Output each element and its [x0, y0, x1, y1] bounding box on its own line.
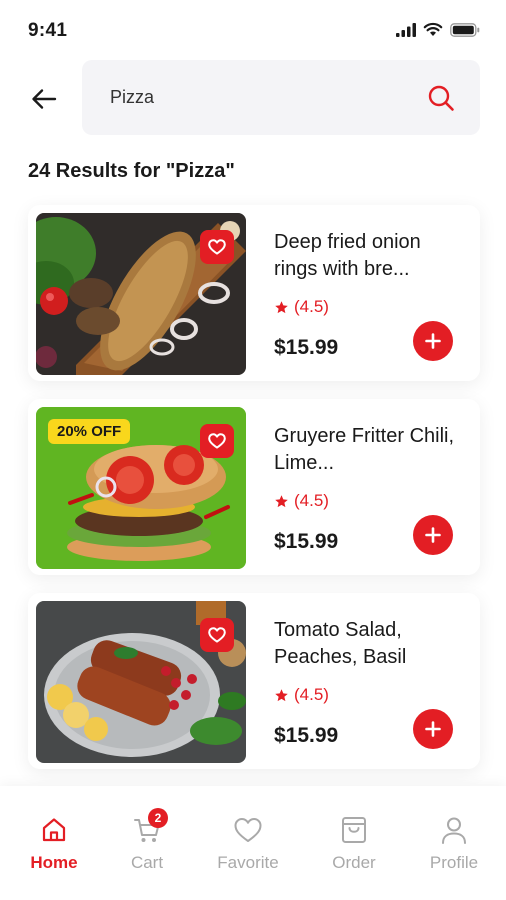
product-title: Tomato Salad, Peaches, Basil	[274, 619, 407, 668]
user-icon	[438, 814, 470, 846]
plus-icon	[425, 333, 441, 349]
bottom-nav: Home 2 Cart Favorite Order Profile	[0, 786, 506, 900]
status-time: 9:41	[28, 20, 68, 41]
product-title: Deep fried onion rings with bre...	[274, 231, 421, 280]
status-icons	[396, 22, 480, 37]
back-button[interactable]	[26, 82, 62, 116]
nav-item-home[interactable]: Home	[4, 786, 104, 900]
bag-icon	[338, 814, 370, 846]
product-image	[36, 213, 246, 375]
star-icon	[275, 300, 288, 313]
heart-icon	[208, 239, 226, 255]
product-price: $15.99	[274, 724, 339, 747]
product-title: Gruyere Fritter Chili, Lime...	[274, 425, 455, 474]
plus-icon	[425, 721, 441, 737]
nav-item-profile[interactable]: Profile	[404, 786, 504, 900]
product-image	[36, 601, 246, 763]
nav-label: Profile	[429, 853, 479, 872]
nav-item-order[interactable]: Order	[304, 786, 404, 900]
product-rating: (4.5)	[274, 297, 329, 317]
product-card[interactable]: Deep fried onion rings with bre... (4.5)…	[28, 205, 480, 381]
plus-icon	[425, 527, 441, 543]
search-input[interactable]	[110, 82, 410, 112]
rating-value: (4.5)	[294, 491, 329, 510]
search-button[interactable]	[424, 81, 458, 115]
favorite-button[interactable]	[200, 424, 234, 458]
discount-badge: 20% OFF	[48, 419, 131, 444]
heart-icon	[208, 433, 226, 449]
cart-icon: 2	[131, 808, 168, 846]
nav-item-cart[interactable]: 2 Cart	[97, 786, 197, 900]
arrow-left-icon	[32, 89, 57, 109]
rating-value: (4.5)	[294, 685, 329, 704]
product-price: $15.99	[274, 530, 339, 553]
add-to-cart-button[interactable]	[413, 709, 453, 749]
nav-label: Cart	[130, 853, 164, 872]
nav-label: Order	[332, 853, 376, 872]
results-title: 24 Results for "Pizza"	[28, 160, 235, 182]
rating-value: (4.5)	[294, 297, 329, 316]
add-to-cart-button[interactable]	[413, 321, 453, 361]
product-card[interactable]: Tomato Salad, Peaches, Basil (4.5) $15.9…	[28, 593, 480, 769]
cart-badge: 2	[148, 808, 168, 828]
product-image: 20% OFF	[36, 407, 246, 569]
star-icon	[275, 688, 288, 701]
signal-icon	[396, 22, 416, 37]
wifi-icon	[423, 22, 443, 36]
star-icon	[275, 494, 288, 507]
nav-label: Home	[30, 853, 78, 872]
heart-icon	[232, 814, 264, 846]
add-to-cart-button[interactable]	[413, 515, 453, 555]
product-rating: (4.5)	[274, 491, 329, 511]
product-price: $15.99	[274, 336, 339, 359]
product-rating: (4.5)	[274, 685, 329, 705]
battery-icon	[450, 22, 480, 37]
search-box	[82, 60, 480, 135]
nav-label: Favorite	[217, 853, 279, 872]
status-bar: 9:41	[0, 0, 506, 60]
favorite-button[interactable]	[200, 230, 234, 264]
product-card[interactable]: 20% OFF Gruyere Fritter Chili, Lime... (…	[28, 399, 480, 575]
heart-icon	[208, 627, 226, 643]
nav-item-favorite[interactable]: Favorite	[198, 786, 298, 900]
home-icon	[38, 814, 70, 846]
search-icon	[428, 85, 454, 111]
search-row	[0, 60, 506, 136]
favorite-button[interactable]	[200, 618, 234, 652]
